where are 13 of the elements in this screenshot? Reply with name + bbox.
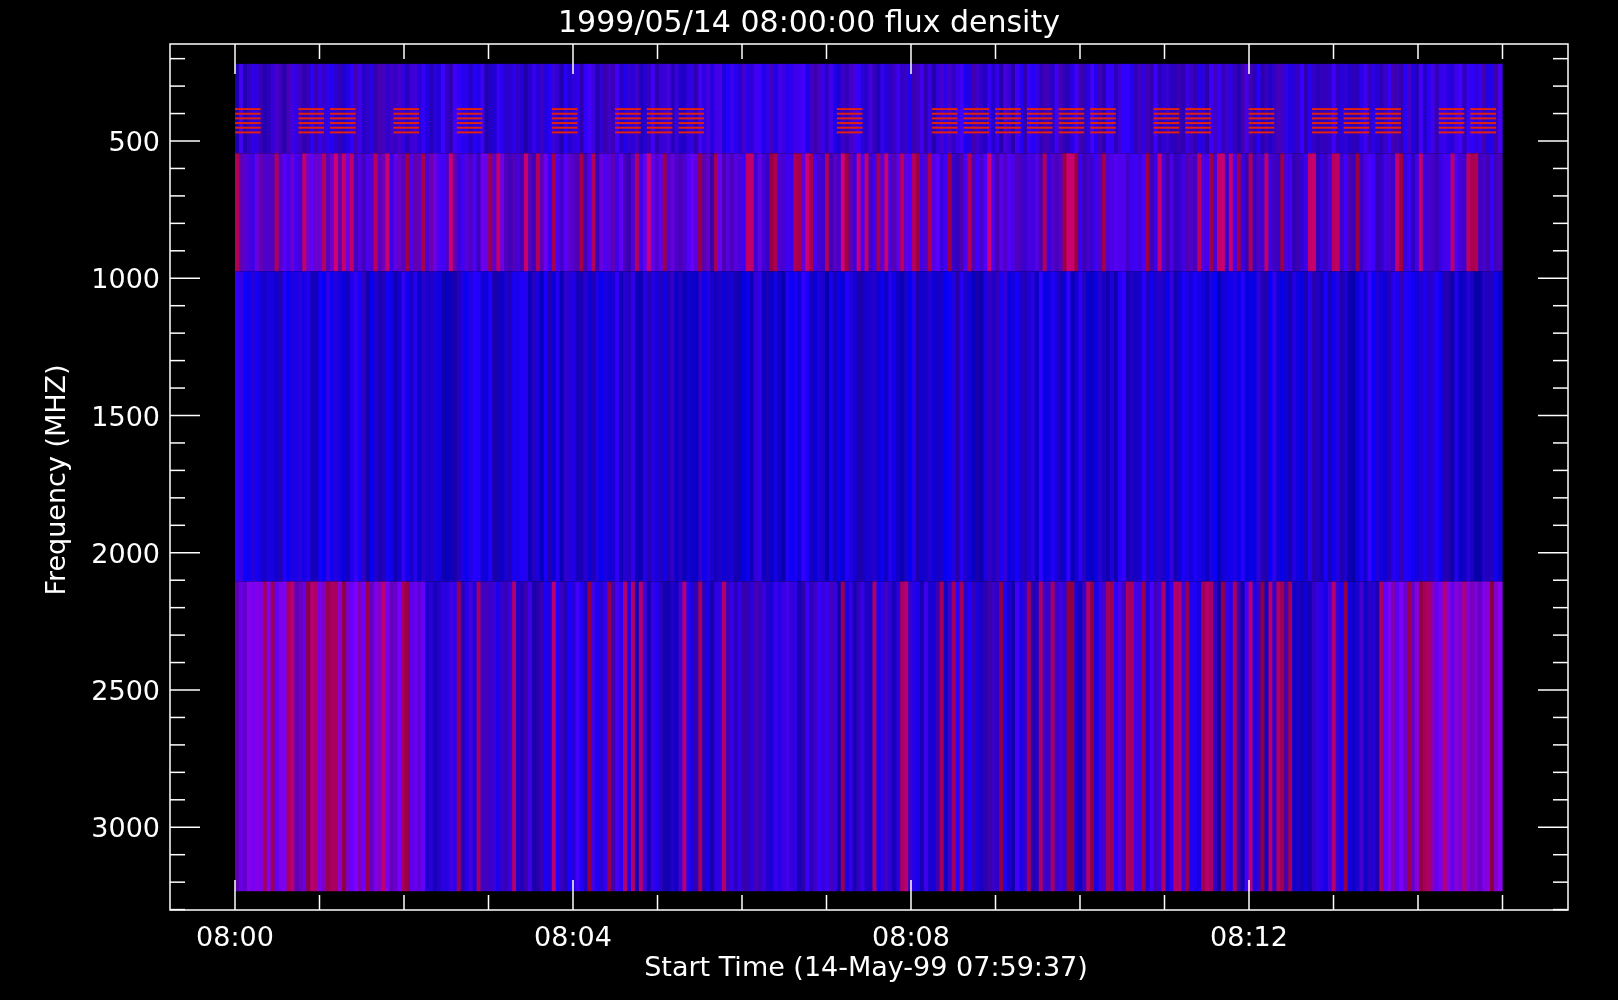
tick-label: 2500: [91, 675, 160, 706]
axis-title: Start Time (14-May-99 07:59:37): [644, 951, 1088, 982]
tick-label: 3000: [91, 812, 160, 844]
tick-label: 08:12: [1210, 921, 1288, 952]
tick-label: 1500: [91, 400, 160, 432]
plot-title: 1999/05/14 08:00:00 flux density: [558, 4, 1060, 39]
tick-label: 08:00: [196, 921, 274, 952]
tick-label: 2000: [91, 537, 160, 569]
tick-label: 1000: [91, 263, 160, 295]
tick-label: 08:04: [534, 921, 612, 952]
tick-label: 08:08: [872, 921, 950, 952]
tick-label: 500: [108, 126, 160, 157]
axis-title: Frequency (MHZ): [40, 364, 71, 596]
